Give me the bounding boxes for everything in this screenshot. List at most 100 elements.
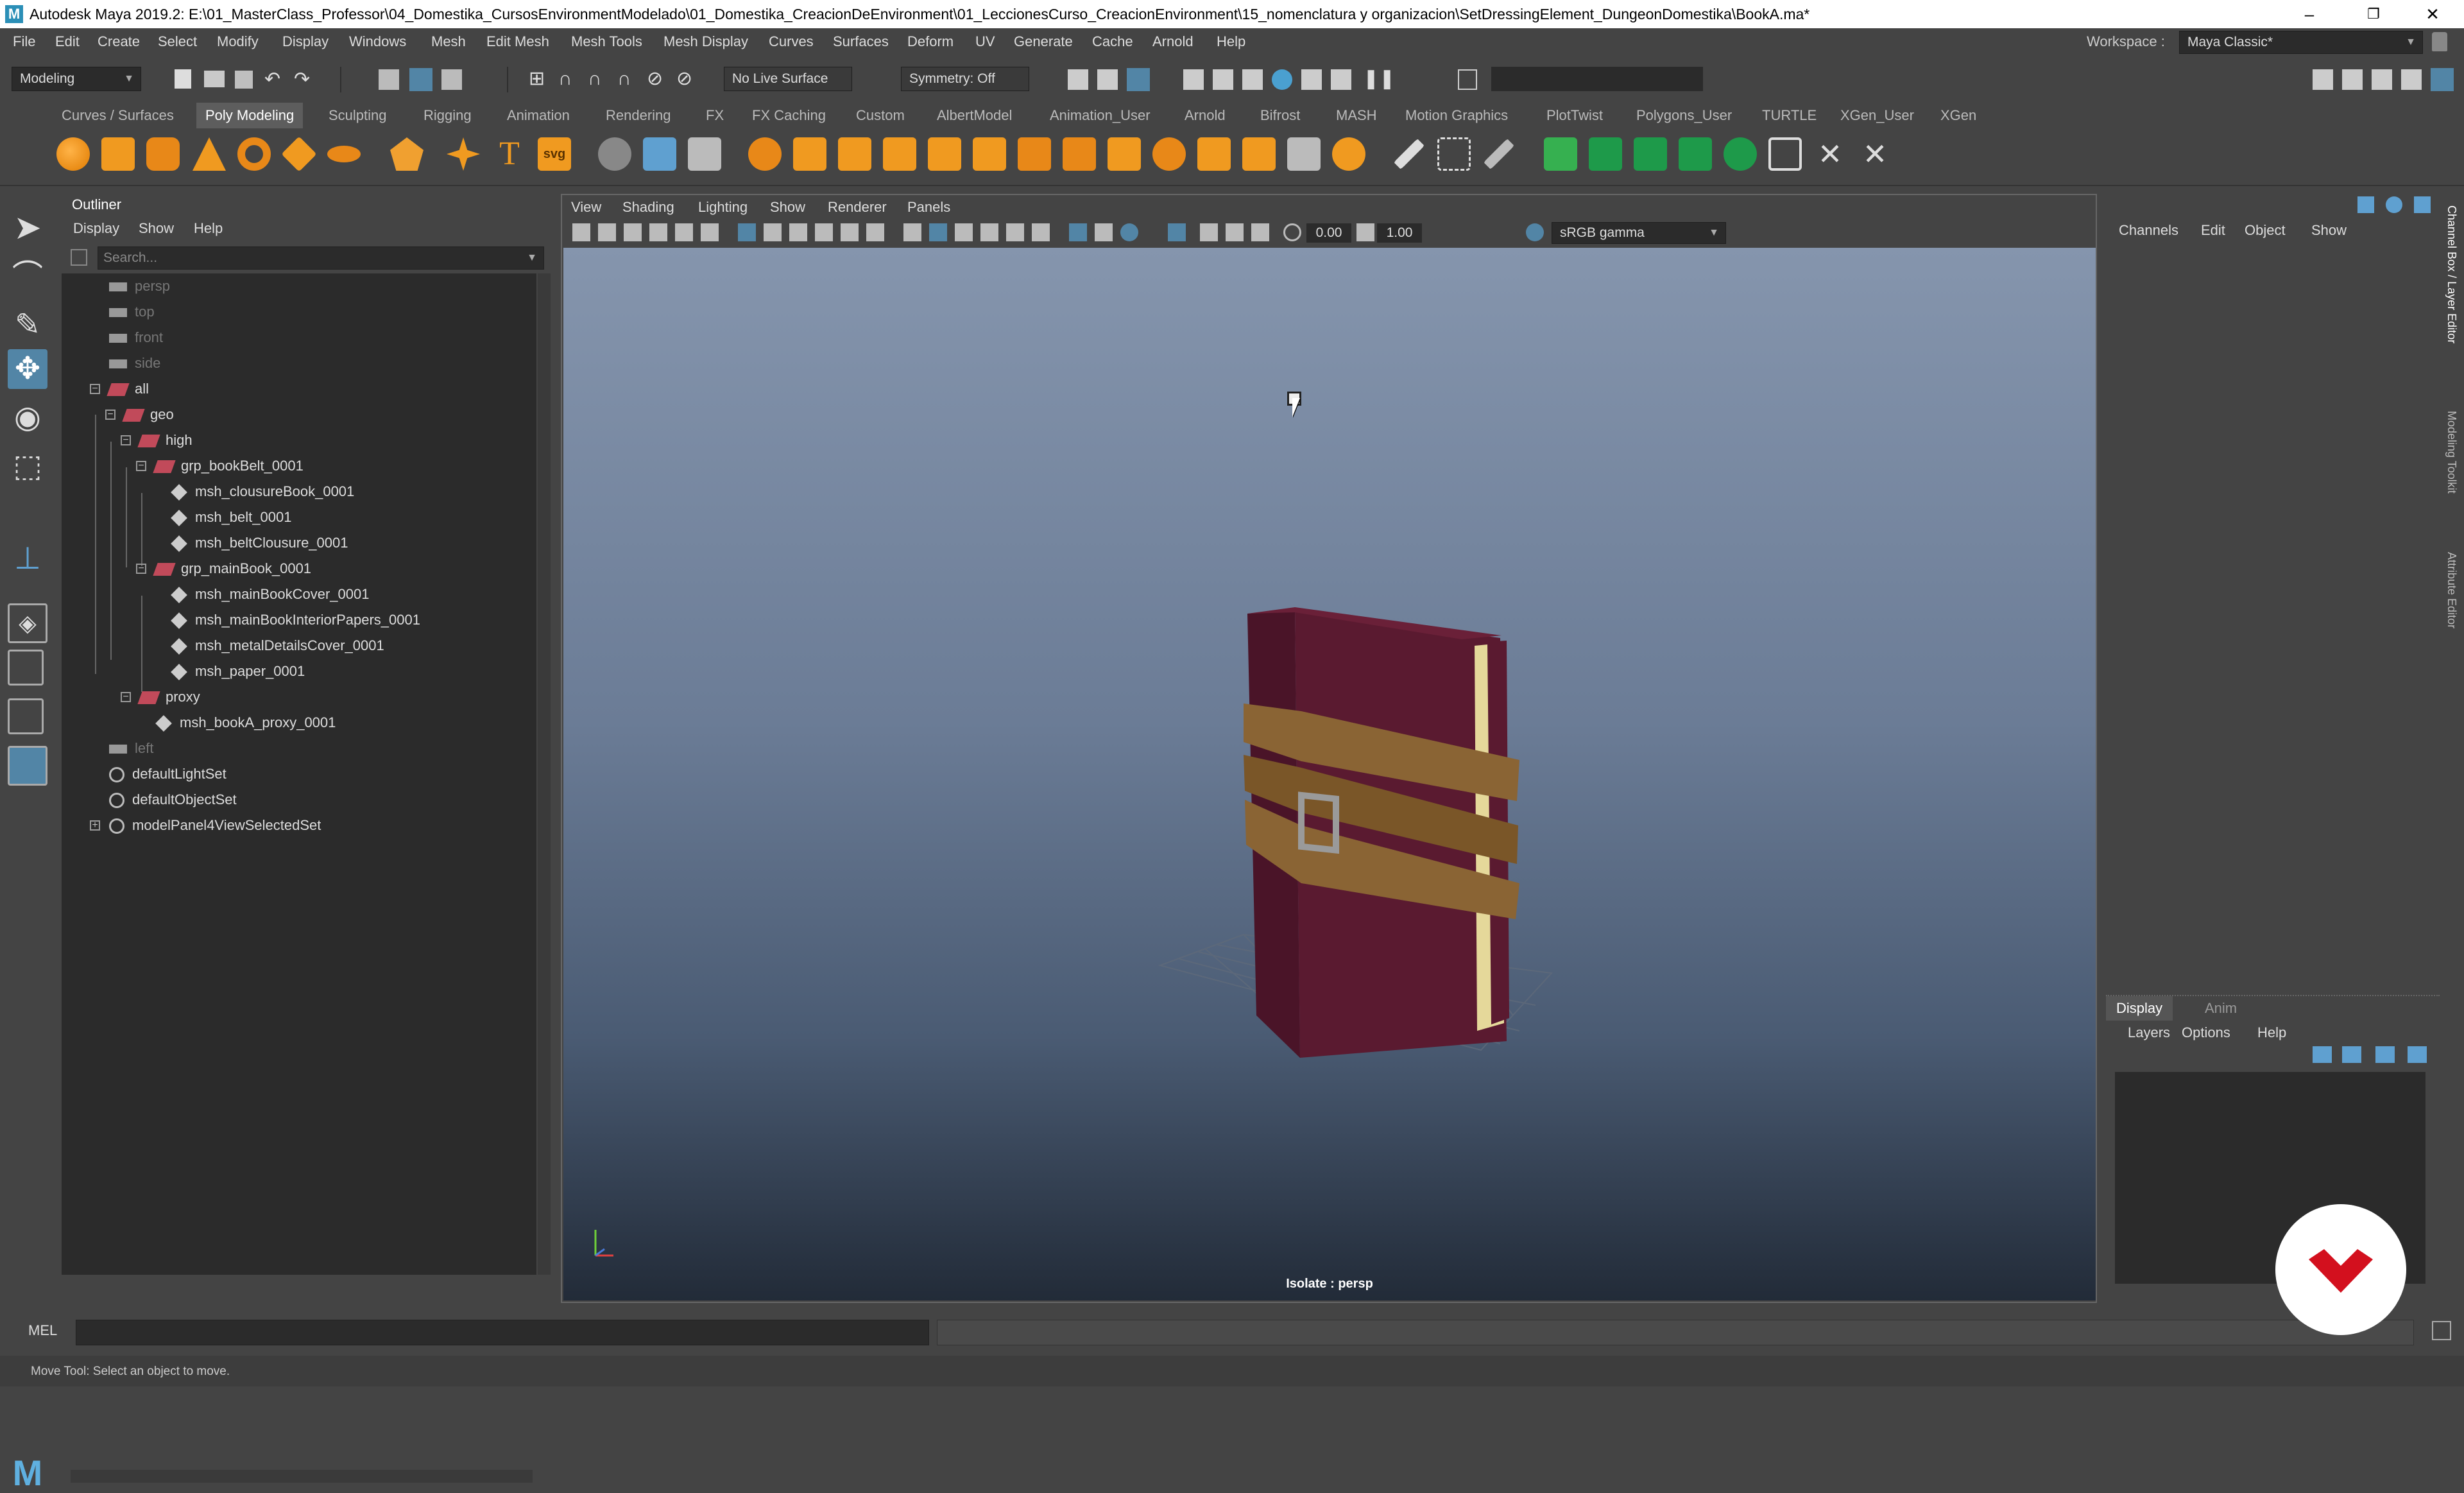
outliner-item-msh-mainbookinteriorpapers[interactable]: msh_mainBookInteriorPapers_0001 bbox=[171, 607, 420, 633]
snap-surface-icon[interactable]: ⊘ bbox=[647, 69, 669, 91]
superellipse-icon[interactable] bbox=[447, 137, 480, 171]
persp-outliner-layout-icon[interactable] bbox=[8, 698, 44, 734]
viewport-menu-renderer[interactable]: Renderer bbox=[828, 195, 887, 220]
select-tool-icon[interactable]: ➤ bbox=[8, 208, 47, 248]
shelf-tab-rigging[interactable]: Rigging bbox=[424, 103, 472, 128]
menu-windows[interactable]: Windows bbox=[349, 28, 406, 55]
boolean-icon[interactable] bbox=[748, 137, 782, 171]
layer-menu-options[interactable]: Options bbox=[2182, 1024, 2230, 1041]
panel-divider[interactable] bbox=[2106, 982, 2440, 996]
outliner-menu-show[interactable]: Show bbox=[139, 217, 174, 240]
restore-button[interactable]: ❐ bbox=[2345, 0, 2402, 28]
single-perspective-layout-icon[interactable]: ◈ bbox=[8, 603, 47, 643]
shelf-tab-arnold[interactable]: Arnold bbox=[1185, 103, 1226, 128]
shelf-tab-xgen[interactable]: XGen bbox=[1940, 103, 1976, 128]
camera-attributes-icon[interactable] bbox=[598, 223, 616, 241]
menu-select[interactable]: Select bbox=[158, 28, 197, 55]
channel-box-menu-show[interactable]: Show bbox=[2311, 222, 2347, 239]
snap-live-icon[interactable]: ⊘ bbox=[676, 69, 698, 91]
circularize-icon[interactable] bbox=[1152, 137, 1186, 171]
menu-edit[interactable]: Edit bbox=[55, 28, 80, 55]
use-all-lights-icon[interactable] bbox=[1032, 223, 1050, 241]
smooth-icon[interactable] bbox=[688, 137, 721, 171]
gamma-field[interactable]: 1.00 bbox=[1377, 223, 1422, 243]
move-layer-down-icon[interactable] bbox=[2342, 1046, 2361, 1063]
shelf-tab-bifrost[interactable]: Bifrost bbox=[1260, 103, 1300, 128]
shelf-tab-sculpting[interactable]: Sculpting bbox=[329, 103, 387, 128]
layer-menu-help[interactable]: Help bbox=[2257, 1024, 2286, 1041]
resolution-gate-icon[interactable] bbox=[789, 223, 807, 241]
use-default-material-icon[interactable] bbox=[955, 223, 973, 241]
collapse-grp-bookbelt-icon[interactable]: − bbox=[136, 461, 146, 471]
plane-icon[interactable] bbox=[281, 136, 317, 172]
expand-modelpanel-icon[interactable]: + bbox=[90, 820, 100, 831]
wireframe-on-shaded-icon[interactable] bbox=[980, 223, 998, 241]
outliner-item-geo[interactable]: geo bbox=[122, 402, 174, 427]
exposure-icon[interactable] bbox=[1283, 223, 1301, 241]
textured-icon[interactable] bbox=[1006, 223, 1024, 241]
grid-icon[interactable] bbox=[738, 223, 756, 241]
sphere-icon[interactable] bbox=[56, 137, 90, 171]
outliner-item-msh-beltclousure[interactable]: msh_beltClousure_0001 bbox=[171, 530, 348, 556]
channel-box-hierarchy-icon[interactable] bbox=[2357, 196, 2374, 213]
shelf-tab-custom[interactable]: Custom bbox=[856, 103, 905, 128]
outliner-item-top[interactable]: top bbox=[109, 299, 155, 325]
shelf-tab-fx[interactable]: FX bbox=[706, 103, 724, 128]
shelf-tab-animation[interactable]: Animation bbox=[507, 103, 570, 128]
quick-field[interactable] bbox=[1491, 67, 1703, 91]
menu-mesh-display[interactable]: Mesh Display bbox=[663, 28, 748, 55]
outliner-item-defaultobjectset[interactable]: defaultObjectSet bbox=[109, 787, 237, 813]
isolate-select-icon[interactable] bbox=[1168, 223, 1186, 241]
exposure-field[interactable]: 0.00 bbox=[1306, 223, 1351, 243]
menu-curves[interactable]: Curves bbox=[769, 28, 814, 55]
merge-icon[interactable] bbox=[1018, 137, 1051, 171]
new-empty-layer-icon[interactable] bbox=[2375, 1046, 2395, 1063]
outliner-item-persp[interactable]: persp bbox=[109, 273, 170, 299]
svg-icon[interactable]: svg bbox=[538, 137, 571, 171]
viewport-menu-shading[interactable]: Shading bbox=[622, 195, 674, 220]
filter-icon[interactable] bbox=[71, 249, 87, 266]
snap-curve-icon[interactable]: ∩ bbox=[558, 69, 580, 91]
shadows-icon[interactable] bbox=[1069, 223, 1087, 241]
uv-editor-icon[interactable] bbox=[1544, 137, 1577, 171]
outliner-menu-display[interactable]: Display bbox=[73, 217, 119, 240]
ipr-render-icon[interactable] bbox=[1242, 69, 1263, 90]
outliner-item-all[interactable]: all bbox=[107, 376, 149, 402]
shelf-tab-mash[interactable]: MASH bbox=[1336, 103, 1377, 128]
cube-icon[interactable] bbox=[101, 137, 135, 171]
offset-edge-loop-icon[interactable] bbox=[1484, 139, 1514, 169]
shelf-tab-plottwist[interactable]: PlotTwist bbox=[1546, 103, 1603, 128]
collapse-all-icon[interactable]: − bbox=[90, 384, 100, 394]
mirror-icon[interactable] bbox=[1287, 137, 1321, 171]
undo-icon[interactable]: ↶ bbox=[264, 70, 286, 92]
menu-edit-mesh[interactable]: Edit Mesh bbox=[486, 28, 549, 55]
menu-modify[interactable]: Modify bbox=[217, 28, 259, 55]
shelf-tab-curves-surfaces[interactable]: Curves / Surfaces bbox=[62, 103, 174, 128]
cut-uv-icon[interactable]: ✕ bbox=[1813, 137, 1847, 171]
bridge-icon[interactable] bbox=[838, 137, 871, 171]
command-language-label[interactable]: MEL bbox=[28, 1322, 57, 1339]
safe-action-icon[interactable] bbox=[866, 223, 884, 241]
gate-mask-icon[interactable] bbox=[815, 223, 833, 241]
scale-tool-icon[interactable]: ⬚ bbox=[8, 447, 47, 487]
wedge-icon[interactable] bbox=[1108, 137, 1141, 171]
construction-history-icon[interactable] bbox=[1068, 69, 1088, 90]
outliner-item-msh-mainbookcover[interactable]: msh_mainBookCover_0001 bbox=[171, 582, 370, 607]
shelf-tab-motion-graphics[interactable]: Motion Graphics bbox=[1405, 103, 1508, 128]
shelf-tab-polygons-user[interactable]: Polygons_User bbox=[1636, 103, 1732, 128]
arnold-render-icon[interactable] bbox=[1301, 69, 1322, 90]
outliner-item-msh-booka-proxy[interactable]: msh_bookA_proxy_0001 bbox=[155, 710, 336, 736]
outliner-item-msh-paper[interactable]: msh_paper_0001 bbox=[171, 659, 305, 684]
viewport-menu-view[interactable]: View bbox=[571, 195, 601, 220]
outliner-vertical-scrollbar[interactable] bbox=[538, 273, 551, 1275]
outliner-layout-icon[interactable] bbox=[8, 746, 47, 786]
chamfer-icon[interactable] bbox=[1242, 137, 1276, 171]
separate-icon[interactable] bbox=[643, 137, 676, 171]
lock-icon[interactable] bbox=[2432, 32, 2447, 51]
menu-file[interactable]: File bbox=[13, 28, 35, 55]
menu-surfaces[interactable]: Surfaces bbox=[833, 28, 889, 55]
side-tab-channel-box[interactable]: Channel Box / Layer Editor bbox=[2445, 205, 2458, 343]
menu-arnold[interactable]: Arnold bbox=[1152, 28, 1194, 55]
viewport-menu-panels[interactable]: Panels bbox=[907, 195, 950, 220]
move-tool-icon[interactable]: ✥ bbox=[8, 349, 47, 389]
